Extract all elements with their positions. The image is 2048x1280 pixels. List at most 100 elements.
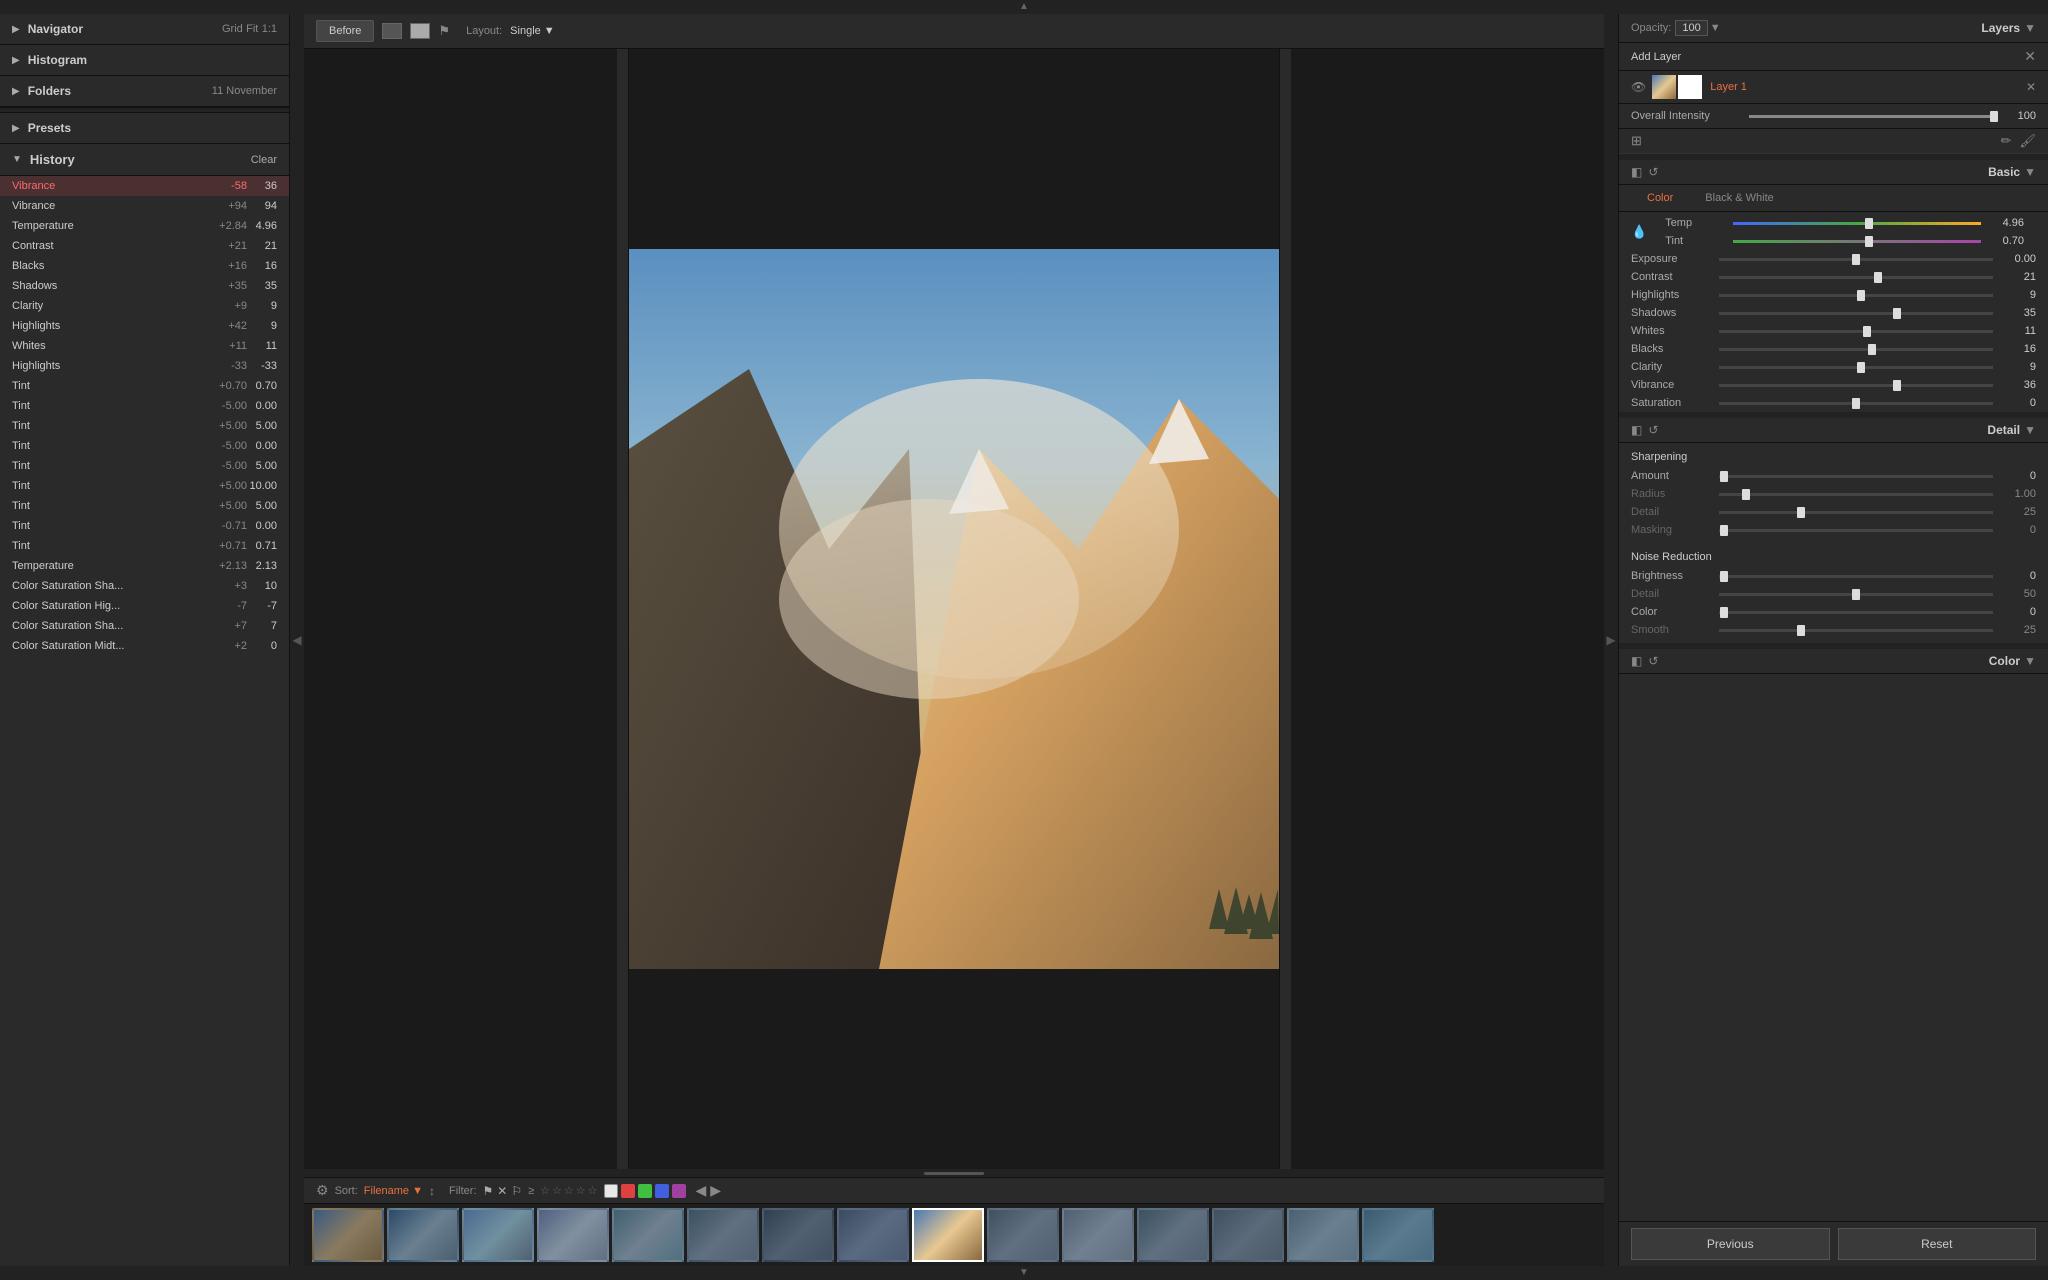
previous-button[interactable]: Previous bbox=[1631, 1228, 1830, 1260]
history-item-7[interactable]: Highlights+429 bbox=[0, 316, 289, 336]
detail-slider[interactable] bbox=[1719, 511, 1993, 514]
image-scrollbar[interactable] bbox=[304, 1169, 1604, 1177]
filmstrip-prev-btn[interactable]: ◀ bbox=[696, 1182, 707, 1199]
gear-icon[interactable]: ⚙ bbox=[316, 1182, 329, 1199]
history-item-18[interactable]: Tint+0.710.71 bbox=[0, 536, 289, 556]
filmstrip-next-btn[interactable]: ▶ bbox=[710, 1182, 721, 1199]
before-button[interactable]: Before bbox=[316, 20, 374, 42]
color-filter-green[interactable] bbox=[638, 1184, 652, 1198]
clarity-slider[interactable] bbox=[1719, 366, 1993, 369]
opacity-input[interactable]: 100 bbox=[1675, 20, 1707, 36]
filmstrip-thumb-9-selected[interactable] bbox=[912, 1208, 984, 1262]
color-copy-icon[interactable]: ◧ bbox=[1631, 654, 1642, 668]
filmstrip-thumb-10[interactable] bbox=[987, 1208, 1059, 1262]
filmstrip-thumb-12[interactable] bbox=[1137, 1208, 1209, 1262]
history-item-15[interactable]: Tint+5.0010.00 bbox=[0, 476, 289, 496]
navigator-grid[interactable]: Grid bbox=[222, 23, 243, 35]
reset-button[interactable]: Reset bbox=[1838, 1228, 2037, 1260]
history-item-6[interactable]: Clarity+99 bbox=[0, 296, 289, 316]
tint-slider[interactable] bbox=[1733, 240, 1981, 243]
amount-slider[interactable] bbox=[1719, 475, 1993, 478]
star-2[interactable]: ☆ bbox=[552, 1184, 562, 1197]
filmstrip-thumb-13[interactable] bbox=[1212, 1208, 1284, 1262]
history-item-21[interactable]: Color Saturation Hig...-7-7 bbox=[0, 596, 289, 616]
layer-options-icon[interactable]: ✕ bbox=[2026, 80, 2036, 94]
history-item-2[interactable]: Temperature+2.844.96 bbox=[0, 216, 289, 236]
history-item-13[interactable]: Tint-5.000.00 bbox=[0, 436, 289, 456]
history-item-20[interactable]: Color Saturation Sha...+310 bbox=[0, 576, 289, 596]
history-item-14[interactable]: Tint-5.005.00 bbox=[0, 456, 289, 476]
history-item-3[interactable]: Contrast+2121 bbox=[0, 236, 289, 256]
color-filter-red[interactable] bbox=[621, 1184, 635, 1198]
crop-tool-icon[interactable]: ⊞ bbox=[1631, 133, 1642, 149]
contrast-slider[interactable] bbox=[1719, 276, 1993, 279]
color-section-arrow[interactable]: ▼ bbox=[2024, 654, 2036, 668]
filmstrip-thumb-15[interactable] bbox=[1362, 1208, 1434, 1262]
nr-detail-slider[interactable] bbox=[1719, 593, 1993, 596]
history-item-23[interactable]: Color Saturation Midt...+20 bbox=[0, 636, 289, 656]
detail-refresh-icon[interactable]: ↺ bbox=[1648, 423, 1658, 437]
filmstrip-thumb-7[interactable] bbox=[762, 1208, 834, 1262]
blacks-slider[interactable] bbox=[1719, 348, 1993, 351]
history-item-11[interactable]: Tint-5.000.00 bbox=[0, 396, 289, 416]
filmstrip-thumb-3[interactable] bbox=[462, 1208, 534, 1262]
color-nr-slider[interactable] bbox=[1719, 611, 1993, 614]
shadows-slider[interactable] bbox=[1719, 312, 1993, 315]
basic-refresh-icon[interactable]: ↺ bbox=[1648, 165, 1658, 179]
main-photo[interactable] bbox=[629, 249, 1279, 969]
histogram-header[interactable]: ▶ Histogram bbox=[0, 45, 289, 75]
bottom-expand-arrow[interactable]: ▼ bbox=[0, 1266, 2048, 1280]
tab-color[interactable]: Color bbox=[1631, 189, 1689, 207]
flag-white-icon[interactable]: ⚑ bbox=[483, 1184, 494, 1198]
exposure-slider[interactable] bbox=[1719, 258, 1993, 261]
flag-outline-icon[interactable]: ⚐ bbox=[511, 1184, 522, 1198]
color-filter-blue[interactable] bbox=[655, 1184, 669, 1198]
flag-icon[interactable]: ⚑ bbox=[438, 23, 450, 39]
color-filter-purple[interactable] bbox=[672, 1184, 686, 1198]
history-item-9[interactable]: Highlights-33-33 bbox=[0, 356, 289, 376]
star-3[interactable]: ☆ bbox=[564, 1184, 574, 1197]
eyedropper-icon[interactable]: 💧 bbox=[1631, 224, 1647, 240]
layout-select[interactable]: Single ▼ bbox=[510, 25, 555, 37]
pencil-icon[interactable]: ✏ bbox=[2001, 133, 2012, 149]
flag-x-icon[interactable]: ✕ bbox=[497, 1184, 507, 1198]
folders-header[interactable]: ▶ Folders 11 November bbox=[0, 76, 289, 106]
history-item-10[interactable]: Tint+0.700.70 bbox=[0, 376, 289, 396]
history-header[interactable]: ▼ History Clear bbox=[0, 144, 289, 176]
vibrance-slider[interactable] bbox=[1719, 384, 1993, 387]
history-item-22[interactable]: Color Saturation Sha...+77 bbox=[0, 616, 289, 636]
detail-copy-icon[interactable]: ◧ bbox=[1631, 423, 1642, 437]
top-expand-arrow[interactable]: ▲ bbox=[0, 0, 2048, 14]
radius-slider[interactable] bbox=[1719, 493, 1993, 496]
basic-copy-icon[interactable]: ◧ bbox=[1631, 165, 1642, 179]
layer-name[interactable]: Layer 1 bbox=[1710, 81, 2026, 93]
temp-slider[interactable] bbox=[1733, 222, 1981, 225]
view-icon-white[interactable] bbox=[410, 23, 430, 39]
color-refresh-icon[interactable]: ↺ bbox=[1648, 654, 1658, 668]
history-item-17[interactable]: Tint-0.710.00 bbox=[0, 516, 289, 536]
highlights-slider[interactable] bbox=[1719, 294, 1993, 297]
whites-slider[interactable] bbox=[1719, 330, 1993, 333]
history-clear-button[interactable]: Clear bbox=[251, 154, 277, 166]
history-item-0[interactable]: Vibrance-5836 bbox=[0, 176, 289, 196]
filmstrip-thumb-2[interactable] bbox=[387, 1208, 459, 1262]
brightness-slider[interactable] bbox=[1719, 575, 1993, 578]
opacity-dropdown-arrow[interactable]: ▼ bbox=[1710, 22, 1721, 34]
star-4[interactable]: ☆ bbox=[576, 1184, 586, 1197]
layers-dropdown-arrow[interactable]: ▼ bbox=[2024, 21, 2036, 35]
layer-visibility-icon[interactable]: 👁 bbox=[1631, 80, 1646, 94]
history-item-19[interactable]: Temperature+2.132.13 bbox=[0, 556, 289, 576]
sort-value[interactable]: Filename ▼ bbox=[364, 1185, 423, 1197]
presets-header[interactable]: ▶ Presets bbox=[0, 113, 289, 143]
filmstrip-thumb-6[interactable] bbox=[687, 1208, 759, 1262]
sort-direction-icon[interactable]: ↕ bbox=[429, 1184, 435, 1198]
filmstrip-thumb-1[interactable] bbox=[312, 1208, 384, 1262]
history-item-12[interactable]: Tint+5.005.00 bbox=[0, 416, 289, 436]
saturation-slider[interactable] bbox=[1719, 402, 1993, 405]
history-item-16[interactable]: Tint+5.005.00 bbox=[0, 496, 289, 516]
color-filter-white[interactable] bbox=[604, 1184, 618, 1198]
filmstrip-thumb-4[interactable] bbox=[537, 1208, 609, 1262]
masking-slider[interactable] bbox=[1719, 529, 1993, 532]
left-collapse-arrow[interactable]: ◀ bbox=[290, 14, 304, 1266]
navigator-ratio[interactable]: 1:1 bbox=[262, 23, 277, 35]
